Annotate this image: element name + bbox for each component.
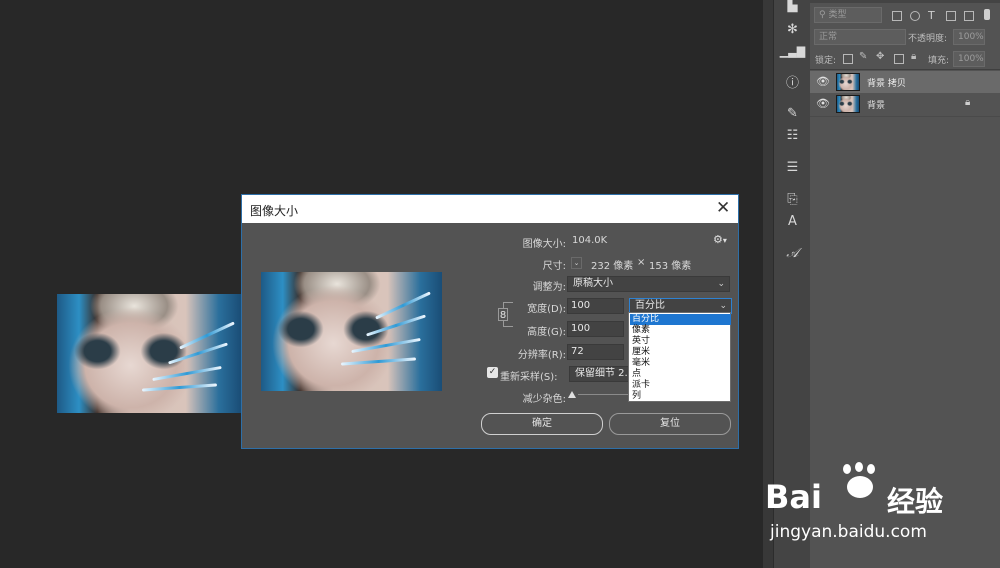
layer-name: 背景 拷贝	[867, 79, 906, 89]
close-icon[interactable]: ✕	[716, 198, 730, 218]
lock-pixels-icon[interactable]: ✎	[859, 51, 867, 62]
height-label: 高度(G):	[527, 327, 566, 338]
width-label: 宽度(D):	[527, 304, 566, 315]
brush-settings-icon[interactable]: ✎	[774, 104, 811, 124]
watermark-brand: Bai	[765, 478, 822, 516]
resample-label: 重新采样(S):	[500, 372, 558, 383]
layer-row[interactable]: 👁︎ 背景 🔒︎	[810, 93, 1000, 115]
reset-button[interactable]: 复位	[609, 413, 731, 435]
dimensions-label: 尺寸:	[542, 261, 566, 272]
height-input[interactable]: 100	[567, 321, 624, 337]
lock-transparent-icon[interactable]	[843, 54, 853, 64]
visibility-eye-icon[interactable]: 👁︎	[816, 75, 830, 88]
dimensions-width: 232 像素	[591, 261, 634, 272]
opacity-value: 100%	[958, 32, 984, 42]
width-unit-value: 百分比	[635, 300, 665, 311]
unit-option[interactable]: 列	[630, 391, 731, 402]
resolution-label: 分辨率(R):	[517, 350, 566, 361]
histogram-icon[interactable]: ▁▃▇	[774, 42, 811, 62]
layer-thumbnail	[836, 95, 860, 113]
clone-source-icon[interactable]: ⎘	[774, 190, 811, 210]
fit-to-select[interactable]: 原稿大小 ⌄	[567, 276, 730, 292]
reduce-noise-label: 减少杂色:	[522, 394, 566, 405]
unit-option[interactable]: 像素	[630, 325, 731, 336]
unit-option[interactable]: 毫米	[630, 358, 731, 369]
watermark-brand-cn: 经验	[887, 485, 944, 518]
visibility-eye-icon[interactable]: 👁︎	[816, 97, 830, 110]
type-filter-icon[interactable]: T	[928, 9, 935, 22]
width-value: 100	[571, 300, 591, 311]
resample-select[interactable]: 保留细节 2.	[569, 366, 632, 382]
gear-icon[interactable]: ⚙︎▾	[713, 233, 727, 246]
dimensions-x: ×	[637, 257, 646, 268]
resolution-value: 72	[571, 346, 584, 357]
layer-thumbnail	[836, 73, 860, 91]
layer-filter-kind: 类型	[828, 10, 847, 20]
paw-logo-icon	[835, 462, 883, 502]
chevron-down-icon: ⌄	[719, 301, 727, 311]
fit-to-label: 调整为:	[532, 282, 566, 293]
character-icon[interactable]: A	[774, 212, 811, 232]
ok-button[interactable]: 确定	[481, 413, 603, 435]
opacity-input[interactable]: 100%	[953, 29, 985, 45]
layer-filter-select[interactable]: ⚲ 类型	[814, 7, 882, 23]
dialog-title: 图像大小	[250, 204, 299, 218]
shape-filter-icon[interactable]	[946, 11, 956, 21]
resolution-input[interactable]: 72	[567, 344, 624, 360]
blend-mode-value: 正常	[819, 32, 838, 42]
glyphs-icon[interactable]: 𝒜	[774, 244, 811, 264]
fill-label: 填充:	[928, 56, 950, 66]
fill-value: 100%	[958, 54, 984, 64]
unit-option[interactable]: 英寸	[630, 336, 731, 347]
info-icon[interactable]: ⓘ	[774, 74, 811, 94]
dimensions-unit-dropdown-icon[interactable]: ⌄	[571, 257, 582, 269]
pixel-filter-icon[interactable]	[892, 11, 902, 21]
resample-checkbox[interactable]: ✓	[487, 367, 498, 378]
canvas-image	[57, 294, 241, 413]
lock-label: 锁定:	[815, 56, 837, 66]
reduce-noise-slider-track[interactable]	[578, 394, 628, 395]
height-value: 100	[571, 323, 591, 334]
reset-button-label: 复位	[660, 418, 680, 429]
adjustment-filter-icon[interactable]	[910, 11, 920, 21]
opacity-label: 不透明度:	[908, 34, 948, 44]
unit-option[interactable]: 百分比	[630, 314, 731, 325]
layer-name: 背景	[867, 101, 886, 111]
snowflake-icon[interactable]: ✻	[774, 20, 811, 40]
history-icon[interactable]: ▙	[774, 0, 811, 16]
lock-position-icon[interactable]: ✥	[876, 51, 884, 62]
dialog-title-bar: 图像大小 ✕	[242, 195, 738, 223]
image-size-label: 图像大小:	[522, 239, 566, 250]
fit-to-value: 原稿大小	[573, 278, 613, 289]
ok-button-label: 确定	[532, 418, 552, 429]
dimensions-height: 153 像素	[649, 261, 692, 272]
reduce-noise-slider-thumb[interactable]	[568, 391, 576, 398]
unit-option[interactable]: 点	[630, 369, 731, 380]
unit-option[interactable]: 派卡	[630, 380, 731, 391]
chevron-down-icon: ⌄	[717, 279, 725, 289]
filter-toggle-icon[interactable]	[984, 9, 990, 20]
unit-dropdown-list: 百分比 像素 英寸 厘米 毫米 点 派卡 列	[628, 312, 731, 402]
smart-object-filter-icon[interactable]	[964, 11, 974, 21]
unit-option[interactable]: 厘米	[630, 347, 731, 358]
adjustments-icon[interactable]: ☷	[774, 126, 811, 146]
width-input[interactable]: 100	[567, 298, 624, 314]
image-size-value: 104.0K	[572, 235, 608, 246]
fill-input[interactable]: 100%	[953, 51, 985, 67]
lock-artboard-icon[interactable]	[894, 54, 904, 64]
blend-mode-select[interactable]: 正常	[814, 29, 906, 45]
watermark: Bai 经验 jingyan.baidu.com	[765, 462, 997, 548]
layer-row[interactable]: 👁︎ 背景 拷贝	[810, 71, 1000, 93]
properties-icon[interactable]: ☰	[774, 158, 811, 178]
layer-lock-icon: 🔒︎	[965, 97, 971, 108]
resample-value: 保留细节 2.	[575, 368, 628, 379]
preview-image	[261, 272, 442, 391]
watermark-url: jingyan.baidu.com	[770, 522, 927, 542]
lock-all-icon[interactable]: 🔒︎	[911, 51, 916, 62]
